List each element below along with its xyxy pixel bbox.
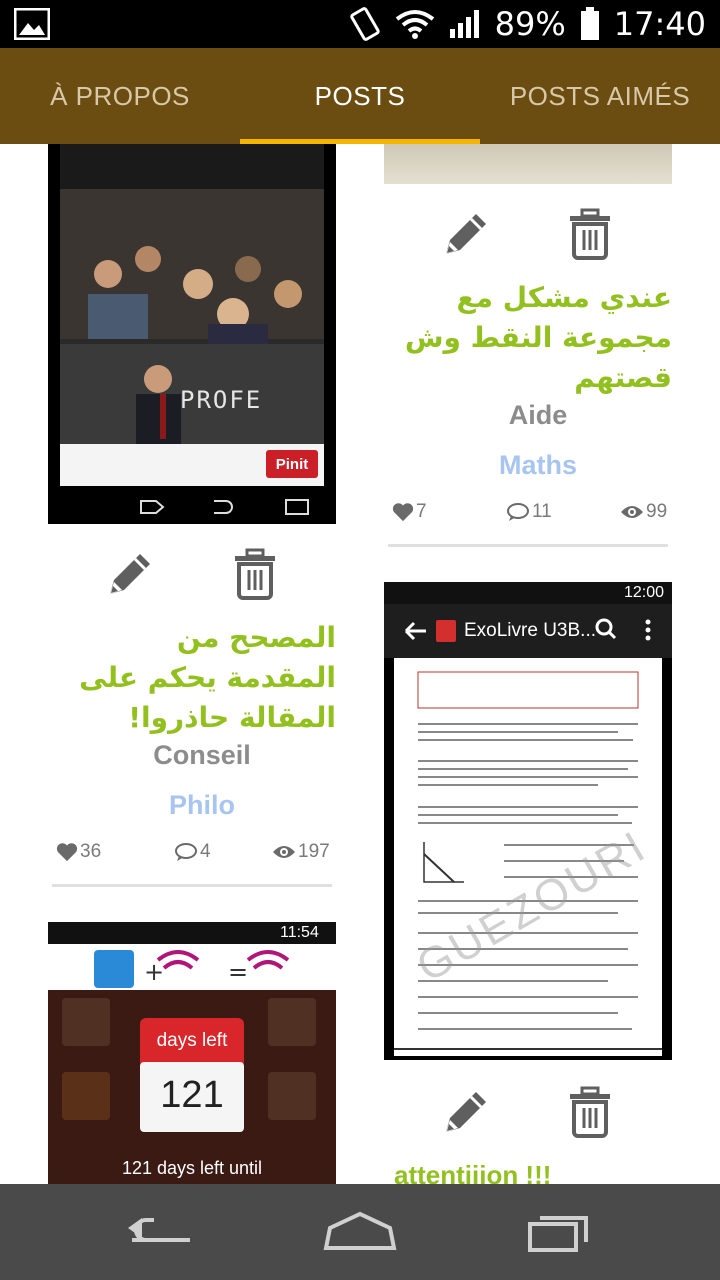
card-divider	[388, 544, 668, 547]
edit-icon[interactable]	[102, 546, 158, 602]
heart-icon	[392, 503, 414, 522]
pinit-button: Pinit	[275, 455, 309, 473]
tab-bar: À PROPOS POSTS POSTS AIMÉS	[0, 48, 720, 144]
views-count: 197	[272, 841, 330, 863]
post-image[interactable]: + = 11:54 days left 121 121 days left un…	[48, 922, 336, 1184]
battery-icon	[580, 7, 599, 40]
comment-icon	[175, 843, 197, 861]
status-bar: 89% 17:40	[0, 0, 720, 48]
tab-posts[interactable]: POSTS	[240, 48, 480, 144]
tab-label: POSTS	[314, 80, 406, 111]
post-image-graphic: + =	[48, 922, 336, 1184]
eye-icon	[273, 846, 295, 858]
image-icon	[14, 8, 50, 40]
likes-count[interactable]: 36	[56, 841, 101, 863]
views-value: 99	[646, 501, 668, 522]
svg-text:+: +	[144, 958, 164, 986]
tab-posts-aimes[interactable]: POSTS AIMÉS	[480, 48, 720, 144]
likes-value: 7	[416, 501, 427, 522]
battery-percent: 89%	[494, 5, 566, 43]
image-status-time: 12:00	[624, 584, 665, 601]
post-subject: Maths	[498, 450, 577, 480]
signal-icon	[449, 10, 479, 38]
image-strip	[384, 144, 672, 184]
home-icon[interactable]	[320, 1204, 400, 1260]
likes-value: 36	[80, 841, 102, 862]
post-category: Aide	[508, 400, 568, 430]
comments-value: 4	[200, 841, 211, 862]
image-overlay-text: PROFE	[180, 386, 263, 414]
post-category: Conseil	[153, 740, 251, 770]
post-image[interactable]	[384, 144, 672, 184]
post-title[interactable]: عندي مشكل مع مجموعة النقط وش قصتهم	[396, 278, 672, 398]
delete-icon[interactable]	[562, 1084, 618, 1140]
post-title[interactable]: attentiiion !!!	[394, 1160, 551, 1184]
post-image[interactable]: 12:00 ExoLivre U3B... GUEZOURI	[384, 582, 672, 1060]
days-left-label: days left	[156, 1030, 228, 1051]
delete-icon[interactable]	[562, 206, 618, 262]
views-count: 99	[620, 501, 667, 523]
views-value: 197	[298, 841, 330, 862]
posts-grid[interactable]: PROFE Pinit المصحح من المقدمة يحكم على ا…	[0, 144, 720, 1184]
edit-icon[interactable]	[438, 206, 494, 262]
wifi-icon	[395, 10, 434, 39]
heart-icon	[56, 843, 78, 862]
post-image[interactable]: PROFE Pinit	[48, 144, 336, 524]
comments-value: 11	[532, 501, 552, 522]
delete-icon[interactable]	[227, 546, 283, 602]
svg-text:=: =	[228, 958, 248, 986]
likes-count[interactable]: 7	[392, 501, 427, 523]
back-icon[interactable]	[120, 1204, 200, 1260]
image-status-time: 11:54	[280, 924, 319, 941]
comment-icon	[507, 503, 529, 521]
tab-a-propos[interactable]: À PROPOS	[0, 48, 240, 144]
comments-count[interactable]: 11	[506, 501, 552, 523]
status-time: 17:40	[613, 5, 706, 43]
navigation-bar	[0, 1184, 720, 1280]
post-subject: Philo	[169, 790, 235, 820]
image-caption: 121 days left until	[121, 1158, 263, 1178]
edit-icon[interactable]	[438, 1084, 494, 1140]
card-divider	[52, 884, 332, 887]
post-title[interactable]: المصحح من المقدمة يحكم على المقالة حاذرو…	[60, 618, 336, 738]
recent-apps-icon[interactable]	[520, 1204, 600, 1260]
eye-icon	[621, 506, 643, 518]
comments-count[interactable]: 4	[174, 841, 211, 863]
tab-label: À PROPOS	[50, 80, 190, 111]
tab-label: POSTS AIMÉS	[509, 80, 691, 111]
vibrate-icon	[349, 7, 380, 41]
days-left-number: 121	[160, 1074, 224, 1116]
image-app-title: ExoLivre U3B...	[464, 620, 596, 641]
